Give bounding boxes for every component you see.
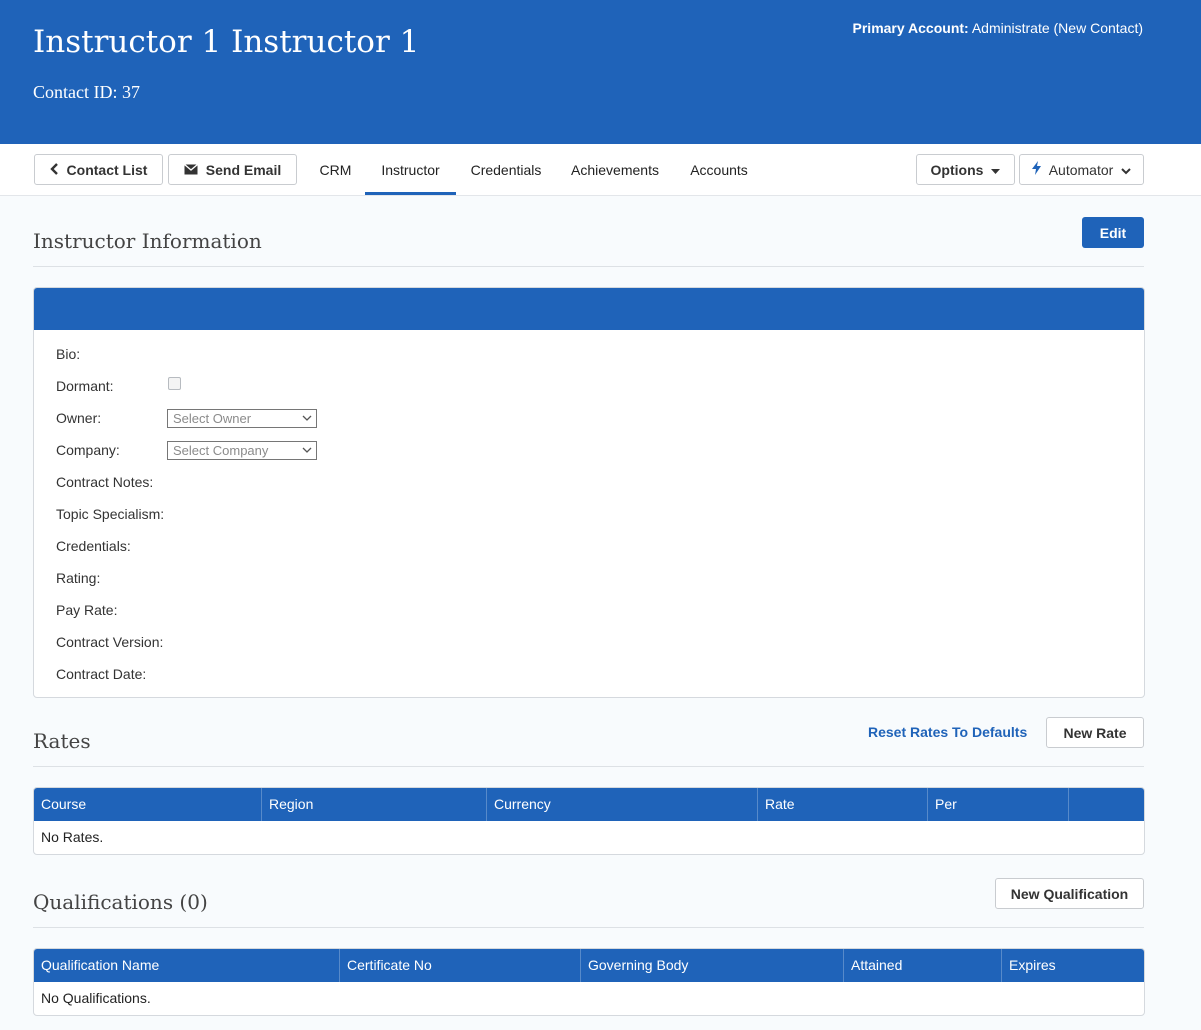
column-header[interactable]: Course	[34, 788, 262, 821]
automator-label: Automator	[1048, 161, 1114, 178]
credentials-label: Credentials:	[56, 538, 131, 554]
qualifications-title: Qualifications (0)	[33, 890, 208, 914]
owner-label: Owner:	[56, 410, 102, 426]
primary-account: Primary Account: Administrate (New Conta…	[853, 20, 1143, 36]
chevron-down-icon	[302, 443, 312, 460]
company-select[interactable]: Select Company	[167, 441, 317, 460]
owner-select[interactable]: Select Owner	[167, 409, 317, 428]
chevron-left-icon	[49, 162, 59, 178]
new-rate-button[interactable]: New Rate	[1046, 717, 1144, 748]
qualifications-table-header: Qualification Name Certificate No Govern…	[34, 949, 1144, 982]
contact-header: Instructor 1 Instructor 1 Contact ID: 37…	[0, 0, 1201, 144]
actions-column-header	[1069, 788, 1144, 821]
qualifications-table: Qualification Name Certificate No Govern…	[33, 948, 1145, 1016]
rates-empty-message: No Rates.	[41, 829, 104, 845]
contact-id: Contact ID: 37	[33, 82, 140, 102]
reset-rates-link[interactable]: Reset Rates To Defaults	[868, 724, 1027, 740]
primary-account-value: Administrate (New Contact)	[971, 20, 1143, 36]
column-header[interactable]: Governing Body	[581, 949, 844, 982]
envelope-icon	[183, 162, 198, 178]
dormant-label: Dormant:	[56, 378, 114, 394]
column-header[interactable]: Expires	[1002, 949, 1144, 982]
column-header[interactable]: Region	[262, 788, 487, 821]
new-qualification-label: New Qualification	[1010, 885, 1129, 902]
options-label: Options	[930, 161, 984, 178]
column-header[interactable]: Qualification Name	[34, 949, 340, 982]
column-header[interactable]: Certificate No	[340, 949, 581, 982]
topic-specialism-label: Topic Specialism:	[56, 506, 165, 522]
tab-credentials[interactable]: Credentials	[459, 144, 553, 195]
caret-down-icon	[991, 162, 1001, 178]
pay-rate-label: Pay Rate:	[56, 602, 118, 618]
company-label: Company:	[56, 442, 120, 458]
instructor-info-panel: Bio: Dormant: Owner: Select Owner Compan…	[33, 287, 1145, 698]
dormant-checkbox[interactable]	[168, 377, 181, 390]
contract-date-label: Contract Date:	[56, 666, 147, 682]
record-navbar: Contact List Send Email CRM Instructor C…	[0, 144, 1201, 196]
contact-list-label: Contact List	[66, 161, 148, 178]
options-dropdown[interactable]: Options	[916, 154, 1015, 185]
rates-table: Course Region Currency Rate Per No Rates…	[33, 787, 1145, 855]
bio-label: Bio:	[56, 346, 81, 362]
tab-achievements[interactable]: Achievements	[559, 144, 671, 195]
send-email-label: Send Email	[205, 161, 282, 178]
new-qualification-button[interactable]: New Qualification	[995, 878, 1144, 909]
rates-table-header: Course Region Currency Rate Per	[34, 788, 1144, 821]
column-header[interactable]: Rate	[758, 788, 928, 821]
company-select-value: Select Company	[173, 443, 269, 458]
automator-dropdown[interactable]: Automator	[1019, 154, 1144, 185]
tab-crm[interactable]: CRM	[308, 144, 363, 195]
tab-instructor[interactable]: Instructor	[365, 144, 456, 195]
column-header[interactable]: Per	[928, 788, 1069, 821]
primary-account-label: Primary Account:	[852, 20, 969, 36]
contract-notes-label: Contract Notes:	[56, 474, 154, 490]
owner-select-value: Select Owner	[173, 411, 252, 426]
chevron-down-icon	[302, 411, 312, 428]
instructor-info-title: Instructor Information	[33, 229, 262, 253]
send-email-button[interactable]: Send Email	[168, 154, 297, 185]
section-divider	[33, 927, 1144, 928]
column-header[interactable]: Currency	[487, 788, 758, 821]
edit-button[interactable]: Edit	[1082, 217, 1144, 248]
section-divider	[33, 266, 1144, 267]
rating-label: Rating:	[56, 570, 101, 586]
qualifications-empty-message: No Qualifications.	[41, 990, 151, 1006]
contact-name: Instructor 1 Instructor 1	[33, 24, 420, 60]
column-header[interactable]: Attained	[844, 949, 1002, 982]
new-rate-label: New Rate	[1063, 724, 1127, 741]
lightning-icon	[1031, 161, 1041, 178]
contract-version-label: Contract Version:	[56, 634, 164, 650]
rates-title: Rates	[33, 729, 91, 753]
contact-list-button[interactable]: Contact List	[34, 154, 163, 185]
tab-accounts[interactable]: Accounts	[677, 144, 761, 195]
panel-header	[34, 288, 1144, 330]
chevron-down-icon	[1121, 162, 1132, 178]
section-divider	[33, 766, 1144, 767]
